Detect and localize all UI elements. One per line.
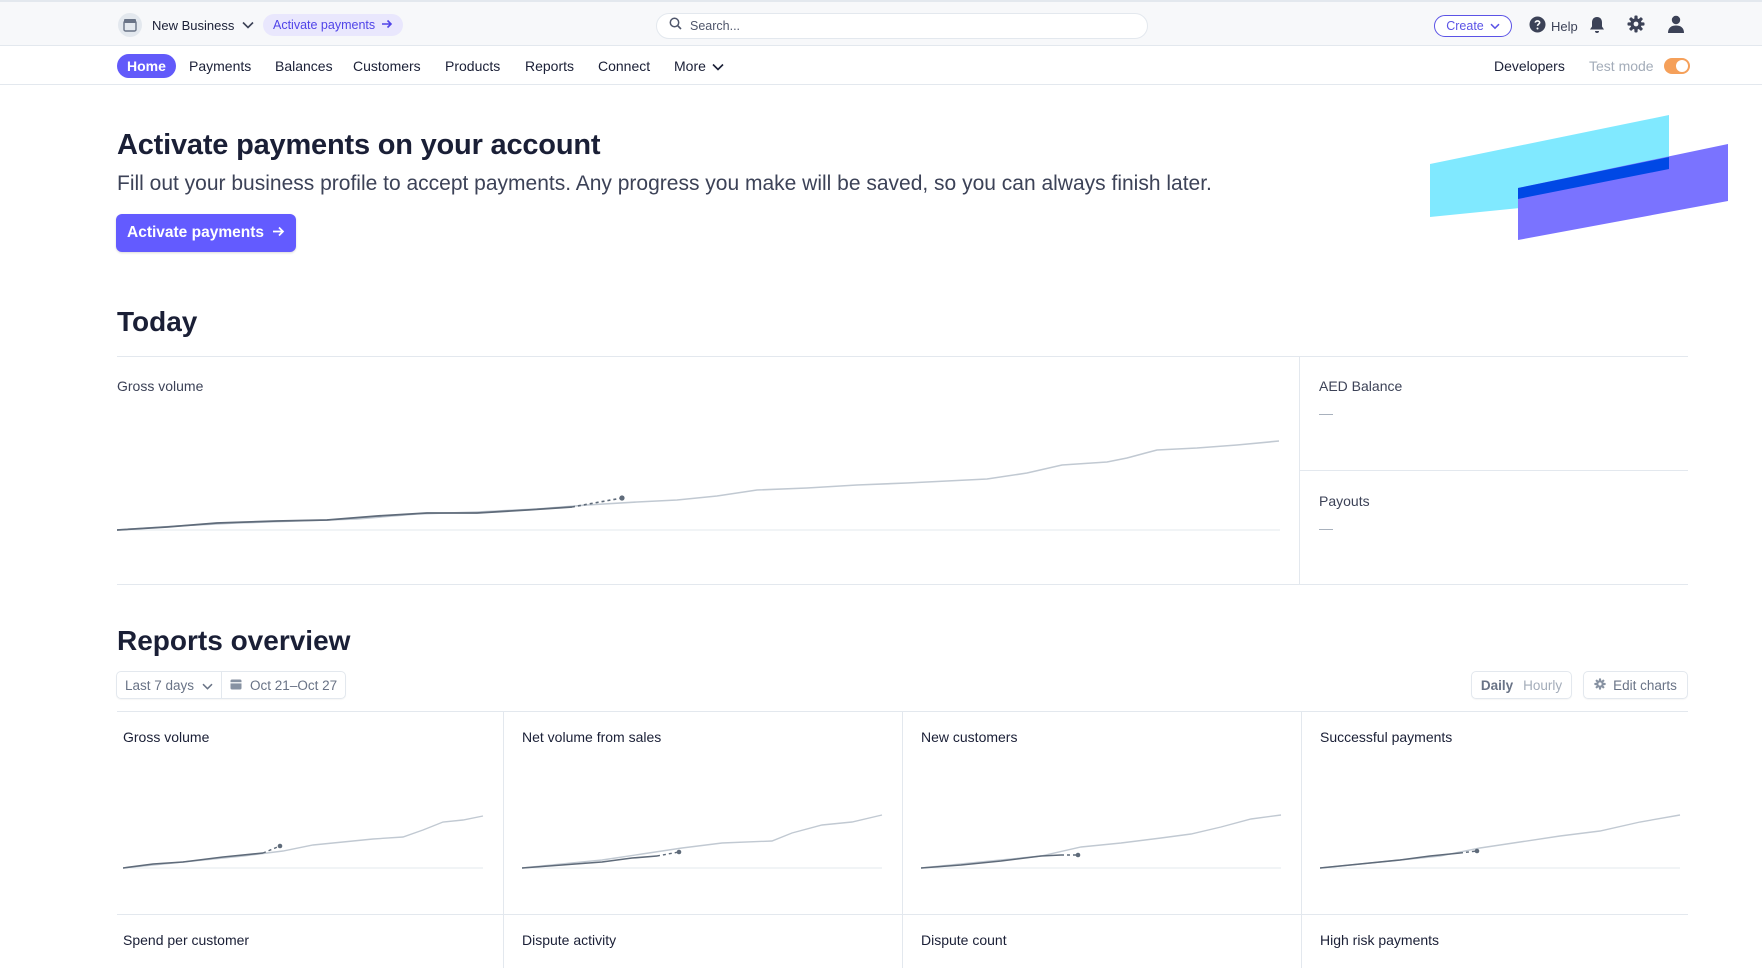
gear-icon[interactable] (1627, 15, 1645, 38)
nav-customers[interactable]: Customers (353, 54, 421, 78)
reports-grid-col-divider (503, 711, 504, 968)
edit-charts-label: Edit charts (1613, 677, 1677, 693)
calendar-icon (230, 678, 242, 693)
create-button[interactable]: Create (1434, 15, 1512, 37)
account-switcher[interactable]: New Business (118, 13, 254, 37)
test-mode-toggle[interactable] (1663, 58, 1690, 74)
chevron-down-icon (202, 678, 213, 693)
main-nav: Home Payments Balances Customers Product… (0, 47, 1762, 85)
account-name: New Business (152, 17, 235, 33)
store-icon (118, 13, 142, 37)
search-input[interactable] (690, 19, 1130, 33)
chart-previous-period-line (117, 440, 1280, 531)
help-icon (1529, 16, 1546, 36)
today-heading: Today (117, 306, 198, 337)
nav-more-label: More (674, 58, 706, 74)
arrow-right-icon (381, 18, 393, 32)
arrow-right-icon (272, 224, 285, 242)
create-label: Create (1446, 19, 1484, 33)
chart-projection-line (571, 497, 623, 508)
reports-overview-heading: Reports overview (117, 625, 351, 656)
decorative-stripes-illustration (1430, 115, 1728, 240)
reports-grid-col-divider (1301, 711, 1302, 968)
chevron-down-icon (242, 21, 254, 29)
gross-volume-mini-chart (123, 815, 484, 869)
test-mode-control[interactable]: Test mode (1589, 54, 1690, 78)
successful-payments-mini-chart (1320, 814, 1681, 869)
range-preset-label: Last 7 days (125, 677, 195, 693)
banner-title: Activate payments on your account (117, 129, 601, 161)
date-range-picker[interactable]: Last 7 days Oct 21–Oct 27 (116, 671, 347, 699)
nav-reports[interactable]: Reports (525, 54, 574, 78)
chevron-down-icon (1490, 19, 1500, 33)
gear-icon (1594, 677, 1606, 693)
edit-charts-button[interactable]: Edit charts (1583, 671, 1688, 699)
chevron-down-icon (712, 58, 724, 74)
search-icon (669, 17, 682, 35)
new-customers-mini-chart (921, 814, 1282, 869)
card-title-successful-payments[interactable]: Successful payments (1320, 729, 1452, 745)
activate-button-label: Activate payments (127, 224, 264, 241)
search-bar[interactable] (656, 13, 1148, 39)
payouts-label: Payouts (1319, 493, 1370, 509)
granularity-hourly[interactable]: Hourly (1523, 678, 1562, 693)
card-title-spend-per-customer[interactable]: Spend per customer (123, 932, 249, 948)
reports-grid-col-divider (902, 711, 903, 968)
card-title-high-risk-payments[interactable]: High risk payments (1320, 932, 1439, 948)
nav-products[interactable]: Products (445, 54, 500, 78)
help-label: Help (1551, 18, 1578, 34)
banner-subtitle: Fill out your business profile to accept… (117, 172, 1212, 195)
activate-payments-button[interactable]: Activate payments (116, 214, 296, 252)
bell-icon[interactable] (1589, 16, 1605, 39)
test-mode-label: Test mode (1589, 58, 1654, 74)
granularity-daily[interactable]: Daily (1481, 678, 1513, 693)
chart-current-point (619, 495, 625, 501)
developers-link[interactable]: Developers (1494, 54, 1565, 78)
card-title-net-volume[interactable]: Net volume from sales (522, 729, 661, 745)
nav-connect[interactable]: Connect (598, 54, 650, 78)
card-title-dispute-activity[interactable]: Dispute activity (522, 932, 616, 948)
card-title-gross-volume[interactable]: Gross volume (123, 729, 209, 745)
top-bar: New Business Activate payments Create He… (0, 0, 1762, 46)
date-range-label: Oct 21–Oct 27 (250, 677, 338, 693)
aed-balance-label: AED Balance (1319, 378, 1403, 394)
side-divider (1300, 470, 1688, 471)
user-icon[interactable] (1667, 15, 1685, 38)
nav-balances[interactable]: Balances (275, 54, 333, 78)
nav-payments[interactable]: Payments (189, 54, 251, 78)
card-title-dispute-count[interactable]: Dispute count (921, 932, 1007, 948)
gross-volume-label: Gross volume (117, 378, 204, 394)
granularity-toggle[interactable]: Daily Hourly (1471, 671, 1572, 699)
net-volume-mini-chart (522, 814, 883, 869)
aed-balance-value: — (1319, 405, 1333, 421)
date-range-field[interactable]: Oct 21–Oct 27 (221, 672, 345, 698)
gross-volume-today-chart (117, 440, 1280, 531)
range-preset-dropdown[interactable]: Last 7 days (117, 672, 221, 698)
card-title-new-customers[interactable]: New customers (921, 729, 1017, 745)
payouts-value: — (1319, 520, 1333, 536)
activate-pill-label: Activate payments (273, 18, 376, 32)
nav-more[interactable]: More (674, 54, 724, 78)
help-button[interactable]: Help (1529, 16, 1578, 36)
activate-payments-pill[interactable]: Activate payments (263, 14, 404, 36)
nav-home[interactable]: Home (117, 54, 176, 78)
